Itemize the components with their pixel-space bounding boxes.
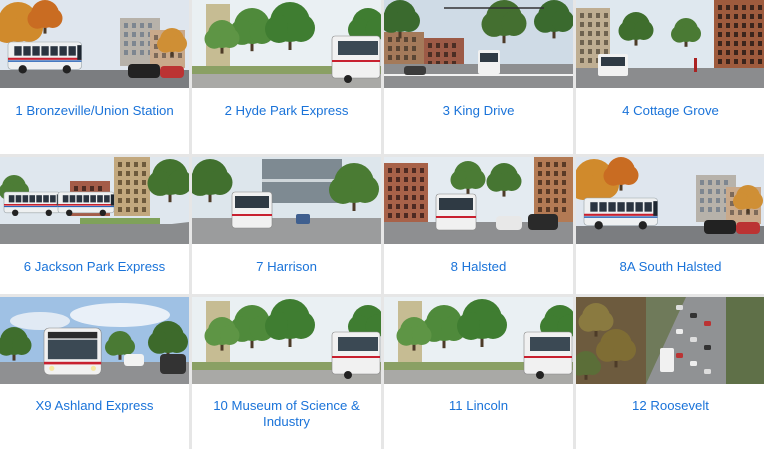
- bus-on-tree-lined-street[interactable]: [0, 0, 189, 88]
- route-name-link[interactable]: 6 Jackson Park Express: [6, 259, 183, 275]
- bus-at-intersection[interactable]: [384, 0, 573, 88]
- route-card-10[interactable]: 10 Museum of Science & Industry: [192, 297, 381, 449]
- aerial-view-of-roadway[interactable]: [576, 297, 764, 384]
- bus-beside-park[interactable]: [384, 297, 573, 384]
- articulated-bus-on-avenue[interactable]: [0, 157, 189, 244]
- bus-on-busy-street[interactable]: [384, 157, 573, 244]
- route-card-x9[interactable]: X9 Ashland Express: [0, 297, 189, 449]
- route-name-link[interactable]: 1 Bronzeville/Union Station: [6, 103, 183, 119]
- bus-front-view[interactable]: [0, 297, 189, 384]
- route-card-2[interactable]: 2 Hyde Park Express: [192, 0, 381, 154]
- bus-near-station[interactable]: [192, 157, 381, 244]
- bus-on-tree-lined-street[interactable]: [576, 157, 764, 244]
- route-name-link[interactable]: 10 Museum of Science & Industry: [198, 398, 375, 430]
- route-card-3[interactable]: 3 King Drive: [384, 0, 573, 154]
- route-grid: 1 Bronzeville/Union Station 2 Hyde Park …: [0, 0, 764, 449]
- route-name-link[interactable]: 8 Halsted: [390, 259, 567, 275]
- route-name-link[interactable]: X9 Ashland Express: [6, 398, 183, 414]
- route-name-link[interactable]: 2 Hyde Park Express: [198, 103, 375, 119]
- route-card-8[interactable]: 8 Halsted: [384, 157, 573, 294]
- route-card-4[interactable]: 4 Cottage Grove: [576, 0, 764, 154]
- route-name-link[interactable]: 4 Cottage Grove: [582, 103, 759, 119]
- bus-beside-park[interactable]: [192, 297, 381, 384]
- route-card-6[interactable]: 6 Jackson Park Express: [0, 157, 189, 294]
- route-card-11[interactable]: 11 Lincoln: [384, 297, 573, 449]
- route-card-12[interactable]: 12 Roosevelt: [576, 297, 764, 449]
- bus-beside-park[interactable]: [192, 0, 381, 88]
- bus-on-commercial-street[interactable]: [576, 0, 764, 88]
- route-name-link[interactable]: 7 Harrison: [198, 259, 375, 275]
- route-card-1[interactable]: 1 Bronzeville/Union Station: [0, 0, 189, 154]
- route-name-link[interactable]: 11 Lincoln: [390, 398, 567, 414]
- route-name-link[interactable]: 3 King Drive: [390, 103, 567, 119]
- route-card-7[interactable]: 7 Harrison: [192, 157, 381, 294]
- route-name-link[interactable]: 12 Roosevelt: [582, 398, 759, 414]
- route-card-8a[interactable]: 8A South Halsted: [576, 157, 764, 294]
- route-name-link[interactable]: 8A South Halsted: [582, 259, 759, 275]
